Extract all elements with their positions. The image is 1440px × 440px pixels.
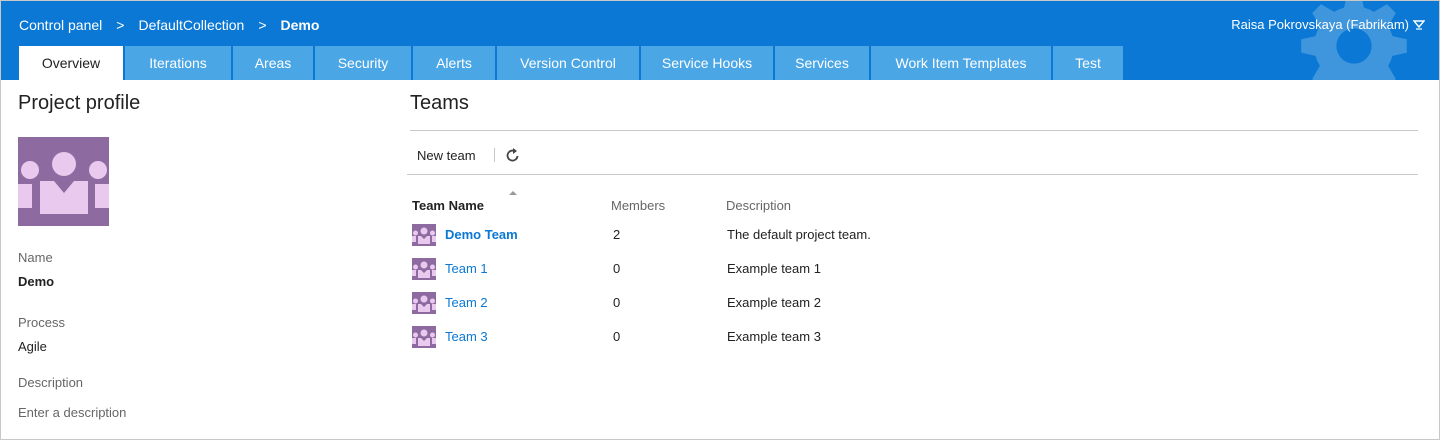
- breadcrumb-separator: >: [116, 17, 125, 33]
- team-icon: [412, 224, 436, 246]
- new-team-button[interactable]: New team: [407, 148, 486, 163]
- toolbar-separator: [493, 148, 495, 162]
- tab-work-item-templates[interactable]: Work Item Templates: [871, 46, 1051, 80]
- team-name-link[interactable]: Team 2: [445, 295, 488, 310]
- tab-security[interactable]: Security: [315, 46, 411, 80]
- team-members-count: 2: [613, 227, 621, 242]
- gear-icon: [1301, 1, 1407, 80]
- breadcrumb-control-panel[interactable]: Control panel: [19, 17, 102, 33]
- team-description: Example team 1: [727, 261, 821, 276]
- project-profile-panel: Project profile Name Demo Process Agile …: [18, 92, 368, 420]
- team-members-count: 0: [613, 261, 621, 276]
- column-header-members[interactable]: Members: [611, 198, 665, 213]
- name-value: Demo: [18, 274, 55, 289]
- breadcrumb-collection[interactable]: DefaultCollection: [138, 17, 244, 33]
- teams-panel: Teams New team Team Name Members Descrip…: [407, 92, 1418, 348]
- tab-iterations[interactable]: Iterations: [125, 46, 231, 80]
- team-description: The default project team.: [727, 227, 871, 242]
- team-description: Example team 2: [727, 295, 821, 310]
- divider: [410, 130, 1418, 131]
- table-row: Team 2 0 Example team 2: [412, 292, 1412, 326]
- table-row: Team 3 0 Example team 3: [412, 326, 1412, 360]
- teams-title: Teams: [410, 92, 469, 114]
- tab-service-hooks[interactable]: Service Hooks: [641, 46, 773, 80]
- process-value: Agile: [18, 339, 47, 354]
- tab-areas[interactable]: Areas: [233, 46, 313, 80]
- breadcrumb: Control panel > DefaultCollection > Demo: [19, 17, 319, 33]
- divider: [407, 174, 1418, 175]
- tab-alerts[interactable]: Alerts: [413, 46, 495, 80]
- tab-overview[interactable]: Overview: [19, 46, 123, 80]
- process-label: Process: [18, 315, 65, 330]
- project-profile-title: Project profile: [18, 92, 141, 114]
- team-members-count: 0: [613, 295, 621, 310]
- team-name-link[interactable]: Team 3: [445, 329, 488, 344]
- user-menu[interactable]: Raisa Pokrovskaya (Fabrikam): [1231, 17, 1425, 32]
- breadcrumb-project: Demo: [280, 17, 320, 33]
- admin-tabs: Overview Iterations Areas Security Alert…: [19, 46, 1125, 80]
- team-description: Example team 3: [727, 329, 821, 344]
- team-icon: [412, 326, 436, 348]
- sort-ascending-icon: [509, 191, 517, 195]
- chevron-down-icon: [1413, 19, 1425, 30]
- tab-test[interactable]: Test: [1053, 46, 1123, 80]
- team-name-link[interactable]: Demo Team: [445, 227, 518, 242]
- teams-toolbar: New team: [407, 144, 521, 166]
- table-row: Demo Team 2 The default project team.: [412, 224, 1412, 258]
- team-members-count: 0: [613, 329, 621, 344]
- tab-services[interactable]: Services: [775, 46, 869, 80]
- refresh-icon[interactable]: [505, 147, 521, 163]
- description-label: Description: [18, 375, 84, 390]
- breadcrumb-separator: >: [258, 17, 267, 33]
- team-icon: [412, 258, 436, 280]
- description-field[interactable]: Enter a description: [18, 405, 126, 420]
- user-name: Raisa Pokrovskaya (Fabrikam): [1231, 17, 1409, 32]
- column-header-team-name[interactable]: Team Name: [412, 198, 484, 213]
- project-avatar: [18, 137, 109, 226]
- header-bar: Control panel > DefaultCollection > Demo…: [1, 1, 1439, 80]
- tab-version-control[interactable]: Version Control: [497, 46, 639, 80]
- column-header-description[interactable]: Description: [726, 198, 791, 213]
- team-name-link[interactable]: Team 1: [445, 261, 488, 276]
- table-row: Team 1 0 Example team 1: [412, 258, 1412, 292]
- team-icon: [412, 292, 436, 314]
- name-label: Name: [18, 250, 53, 265]
